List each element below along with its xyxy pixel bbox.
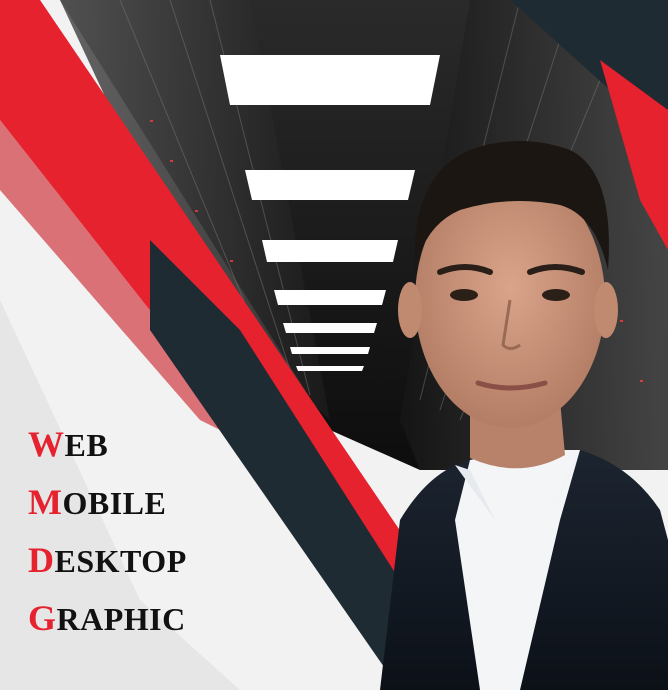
service-rest: OBILE <box>62 485 167 521</box>
service-web: WEB <box>28 424 248 464</box>
service-rest: EB <box>64 427 109 463</box>
poster-canvas: WEB MOBILE DESKTOP GRAPHIC <box>0 0 668 690</box>
service-rest: ESKTOP <box>54 543 187 579</box>
service-mobile: MOBILE <box>28 482 248 522</box>
services-list: WEB MOBILE DESKTOP GRAPHIC <box>28 424 248 656</box>
service-initial: W <box>28 424 65 464</box>
service-initial: M <box>28 482 63 522</box>
service-rest: RAPHIC <box>56 601 186 637</box>
service-desktop: DESKTOP <box>28 540 248 580</box>
service-initial: D <box>28 540 55 580</box>
service-initial: G <box>28 598 57 638</box>
service-graphic: GRAPHIC <box>28 598 248 638</box>
